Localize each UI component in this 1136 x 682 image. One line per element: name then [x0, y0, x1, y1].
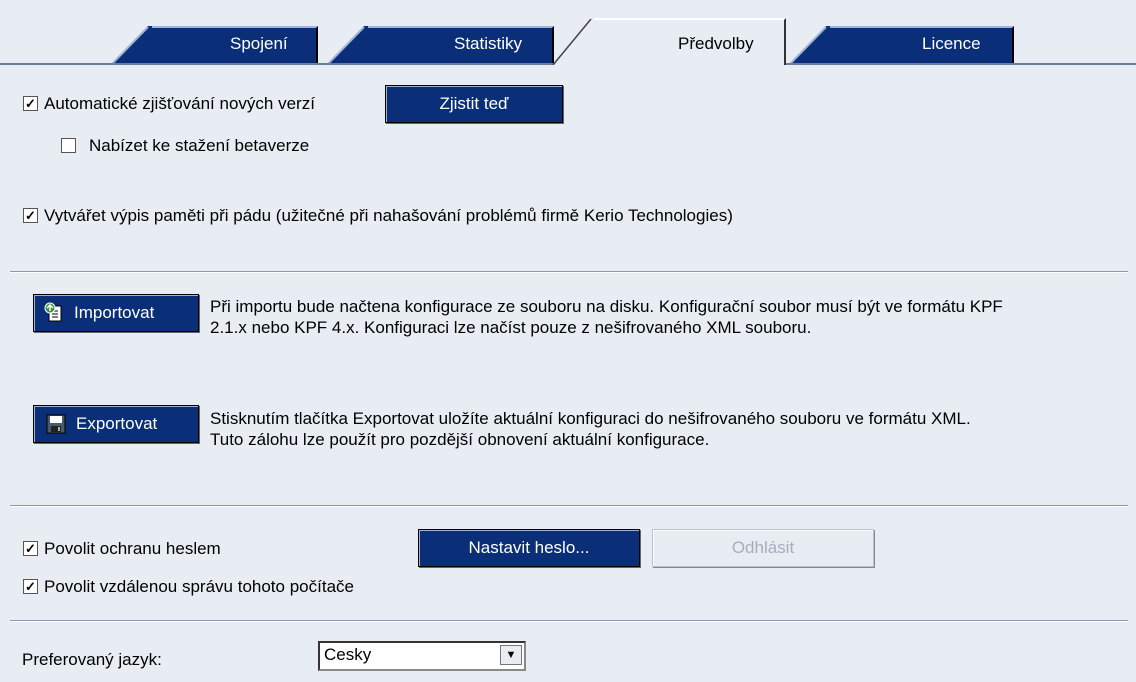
password-protection-label: Povolit ochranu heslem [44, 539, 221, 558]
check-now-label: Zjistit teď [439, 94, 509, 113]
tab-spojeni[interactable]: Spojení [112, 26, 318, 64]
separator [10, 505, 1128, 507]
export-button-label: Exportovat [76, 414, 158, 433]
floppy-disk-icon [46, 414, 66, 434]
set-password-button[interactable]: Nastavit heslo... [418, 529, 640, 567]
auto-check-label: Automatické zjišťování nových verzí [44, 94, 315, 113]
separator [10, 620, 1128, 622]
tab-label: Licence [922, 34, 981, 53]
beta-checkbox[interactable] [61, 138, 76, 153]
set-password-label: Nastavit heslo... [468, 538, 590, 557]
import-description: Při importu bude načtena konfigurace ze … [210, 296, 1003, 338]
tab-label: Spojení [230, 34, 288, 53]
tab-statistiky[interactable]: Statistiky [328, 26, 554, 64]
tab-slope [112, 26, 152, 64]
check-now-button[interactable]: Zjistit teď [385, 85, 563, 123]
tab-slope [790, 26, 830, 64]
logout-button[interactable]: Odhlásit [652, 529, 874, 567]
crash-dump-label: Vytvářet výpis paměti při pádu (užitečné… [44, 206, 733, 225]
import-button-label: Importovat [74, 303, 155, 322]
tab-label: Předvolby [678, 34, 754, 53]
export-button[interactable]: Exportovat [33, 405, 199, 443]
password-protection-checkbox[interactable]: ✓ [23, 541, 38, 556]
logout-label: Odhlásit [731, 538, 795, 557]
import-description-line: Při importu bude načtena konfigurace ze … [210, 297, 1003, 316]
tab-bar: Spojení Statistiky Licence Předvolby [0, 0, 1136, 65]
import-icon [44, 302, 62, 322]
beta-label: Nabízet ke stažení betaverze [89, 136, 310, 155]
remote-admin-checkbox[interactable]: ✓ [23, 579, 38, 594]
export-description-line: Stisknutím tlačítka Exportovat uložíte a… [210, 409, 971, 428]
language-label: Preferovaný jazyk: [22, 650, 162, 669]
crash-dump-checkbox[interactable]: ✓ [23, 208, 38, 223]
import-description-line: 2.1.x nebo KPF 4.x. Konfiguraci lze načí… [210, 318, 812, 337]
auto-check-checkbox[interactable]: ✓ [23, 96, 38, 111]
remote-admin-label: Povolit vzdálenou správu tohoto počítače [44, 577, 354, 596]
import-button[interactable]: Importovat [33, 294, 199, 332]
language-select[interactable]: Cesky ▼ [318, 641, 526, 671]
tab-licence[interactable]: Licence [790, 26, 1014, 64]
language-select-value: Cesky [324, 645, 372, 664]
tab-predvolby[interactable]: Předvolby [552, 18, 786, 65]
tab-slope [328, 26, 368, 64]
export-description-line: Tuto zálohu lze použít pro pozdější obno… [210, 430, 710, 449]
chevron-down-icon[interactable]: ▼ [500, 645, 522, 665]
tab-label: Statistiky [454, 34, 523, 53]
separator [10, 271, 1128, 273]
tab-slope [552, 18, 594, 65]
export-description: Stisknutím tlačítka Exportovat uložíte a… [210, 408, 971, 450]
